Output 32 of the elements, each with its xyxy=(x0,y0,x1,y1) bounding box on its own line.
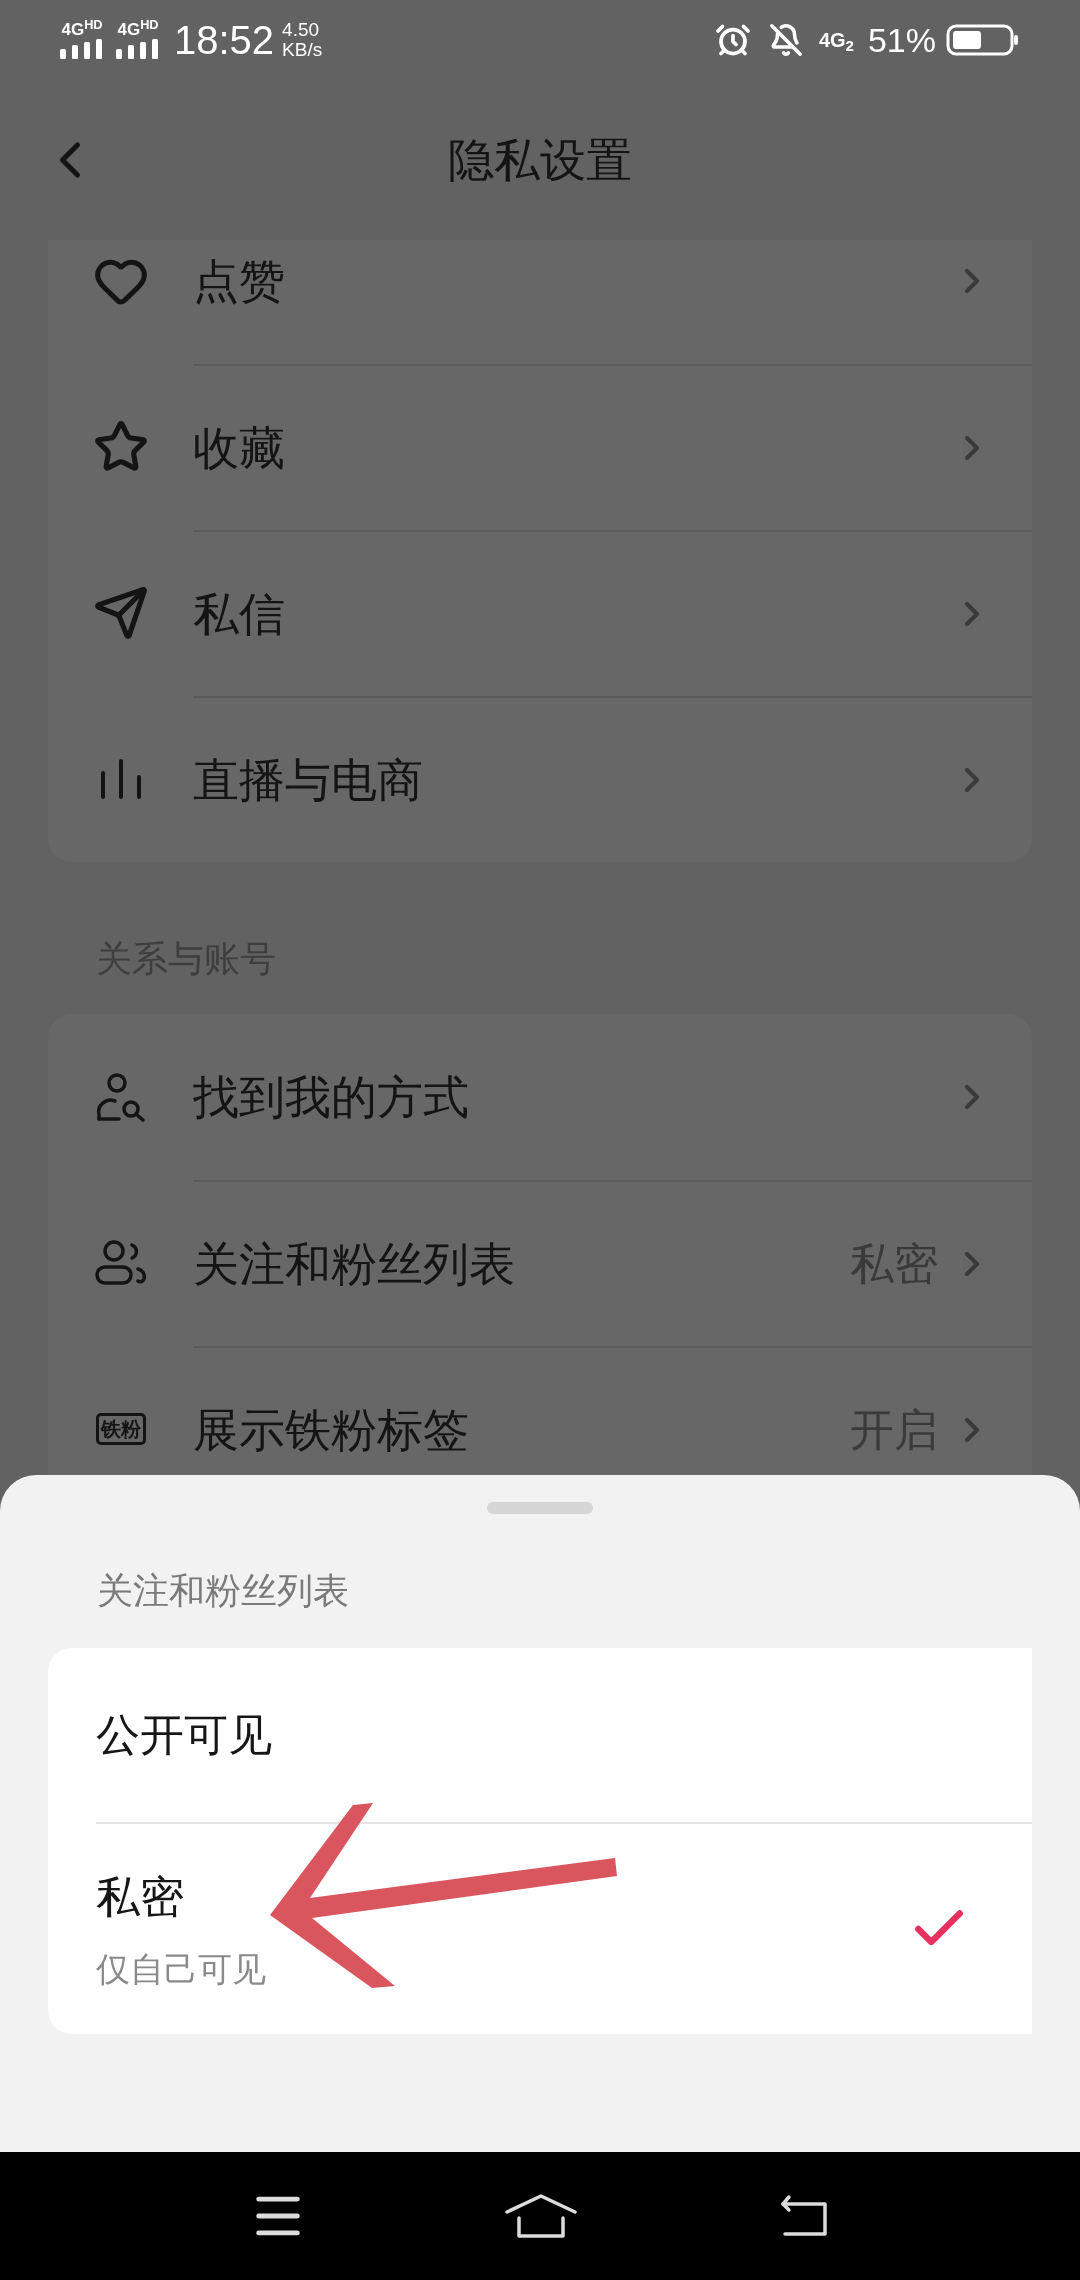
settings-row[interactable]: 收藏 xyxy=(48,364,1032,530)
battery-percent: 51% xyxy=(867,19,936,61)
badge-icon: 铁粉 xyxy=(95,1413,146,1445)
settings-row[interactable]: 直播与电商 xyxy=(48,696,1032,862)
home-icon[interactable] xyxy=(505,2192,577,2240)
users-icon xyxy=(93,1239,148,1287)
clock-time: 18:52 xyxy=(174,17,275,64)
row-label: 点赞 xyxy=(193,253,286,309)
speed-unit: KB/s xyxy=(282,40,323,60)
settings-row[interactable]: 点赞 xyxy=(48,240,1032,364)
paper-plane-icon xyxy=(92,585,149,641)
row-label: 展示铁粉标签 xyxy=(193,1402,470,1458)
privacy-option[interactable]: 私密 仅自己可见 xyxy=(96,1822,1032,2034)
settings-row[interactable]: 私信 xyxy=(48,530,1032,696)
row-label: 找到我的方式 xyxy=(193,1069,470,1125)
sheet-title: 关注和粉丝列表 xyxy=(96,1569,350,1613)
bell-off-icon xyxy=(768,23,803,57)
battery-icon xyxy=(946,24,1020,56)
drag-handle[interactable] xyxy=(487,1502,593,1514)
row-label: 收藏 xyxy=(193,420,286,476)
settings-row[interactable]: 找到我的方式 xyxy=(48,1014,1032,1180)
option-label: 公开可见 xyxy=(96,1709,273,1761)
page-title: 隐私设置 xyxy=(448,132,632,188)
option-subtitle: 仅自己可见 xyxy=(96,1948,267,1990)
network-speed: 4.50 xyxy=(282,20,321,40)
row-label: 关注和粉丝列表 xyxy=(193,1236,516,1292)
row-label: 私信 xyxy=(193,586,286,642)
row-label: 直播与电商 xyxy=(193,752,424,808)
user-search-icon xyxy=(94,1071,147,1123)
mobile-data-label: 4G$_{2}$ xyxy=(818,28,854,55)
option-label: 私密 xyxy=(96,1870,185,1923)
alarm-icon xyxy=(714,22,751,58)
